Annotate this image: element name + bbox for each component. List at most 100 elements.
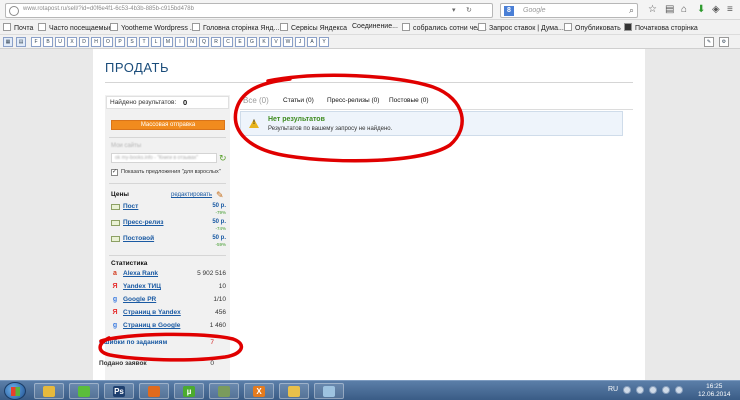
table-icon[interactable]: ▤ xyxy=(16,37,26,47)
stat-name[interactable]: Страниц в Google xyxy=(123,322,180,329)
flag-icon[interactable] xyxy=(649,386,657,394)
extension-button[interactable]: T xyxy=(139,37,149,47)
price-name[interactable]: Постовой xyxy=(123,235,154,242)
extension-button[interactable]: V xyxy=(271,37,281,47)
clipboard-icon[interactable]: ▤ xyxy=(665,4,674,15)
search-engine-icon[interactable]: 8 xyxy=(504,6,514,16)
volume-icon[interactable] xyxy=(675,386,683,394)
taskbar-app-button[interactable] xyxy=(279,383,309,399)
taskbar-app-button[interactable]: µ xyxy=(174,383,204,399)
taskbar-app-button[interactable] xyxy=(209,383,239,399)
star-icon[interactable]: ☆ xyxy=(648,4,657,15)
tab-articles[interactable]: Статьи (0) xyxy=(283,97,314,104)
taskbar-app-button[interactable]: Ps xyxy=(104,383,134,399)
bookmark-item[interactable]: Сервісы Яндекса xyxy=(280,23,347,32)
help-icon[interactable] xyxy=(623,386,631,394)
extension-button[interactable]: O xyxy=(103,37,113,47)
network-icon[interactable] xyxy=(636,386,644,394)
page-margin xyxy=(733,49,740,380)
extension-button[interactable]: L xyxy=(151,37,161,47)
price-name[interactable]: Пресс-релиз xyxy=(123,219,164,226)
stat-value: 1/10 xyxy=(213,296,226,303)
edit-prices-link[interactable]: редактировать xyxy=(171,192,212,198)
extension-button[interactable]: E xyxy=(235,37,245,47)
url-text[interactable]: www.rotapost.ru/sell/?id=d0f6e4f1-6c53-4… xyxy=(23,6,194,12)
prices-heading: Цены xyxy=(111,191,129,198)
extension-button[interactable]: M xyxy=(163,37,173,47)
extension-button[interactable]: U xyxy=(55,37,65,47)
stat-name[interactable]: Google PR xyxy=(123,296,156,303)
extension-button[interactable]: Y xyxy=(319,37,329,47)
bookmark-item[interactable]: Початкова сторінка xyxy=(624,23,698,32)
extension-button[interactable]: X xyxy=(67,37,77,47)
task-errors-link[interactable]: Ошибки по заданиям xyxy=(99,339,167,346)
extension-button[interactable]: C xyxy=(223,37,233,47)
reload-icon[interactable]: ↻ xyxy=(466,6,472,14)
bookmark-item[interactable]: Почта xyxy=(3,23,33,32)
download-icon[interactable]: ⬇ xyxy=(697,4,705,15)
taskbar-app-button[interactable] xyxy=(69,383,99,399)
bookmark-item[interactable]: собрались сотни чел... xyxy=(402,23,487,32)
search-bar[interactable]: 8 Google ⌕ xyxy=(500,3,638,18)
bookmark-item[interactable]: Часто посещаемые xyxy=(38,23,112,32)
extension-button[interactable]: G xyxy=(247,37,257,47)
shield-icon[interactable]: ◈ xyxy=(712,4,720,15)
taskbar-app-button[interactable]: X xyxy=(244,383,274,399)
mass-send-button[interactable]: Массовая отправка xyxy=(111,120,225,130)
stat-name[interactable]: Yandex ТИЦ xyxy=(123,283,161,290)
bookmark-item[interactable]: Запрос ставок | Дума... xyxy=(478,23,564,32)
stat-name[interactable]: Страниц в Yandex xyxy=(123,309,181,316)
extension-button[interactable]: I xyxy=(175,37,185,47)
google-icon: g xyxy=(112,322,118,329)
language-indicator[interactable]: RU xyxy=(608,386,618,393)
globe-icon xyxy=(9,6,19,16)
start-button[interactable] xyxy=(4,382,26,400)
extension-button[interactable]: H xyxy=(91,37,101,47)
menu-icon[interactable]: ≡ xyxy=(727,4,733,15)
extension-button[interactable]: J xyxy=(295,37,305,47)
extension-button[interactable]: A xyxy=(307,37,317,47)
extension-button[interactable]: K xyxy=(259,37,269,47)
search-icon[interactable]: ⌕ xyxy=(629,5,634,16)
taskbar-app-button[interactable] xyxy=(34,383,64,399)
tab-link-posts[interactable]: Постовые (0) xyxy=(389,97,429,104)
divider xyxy=(109,137,226,138)
tools-icon[interactable]: ✎ xyxy=(704,37,714,47)
stat-name[interactable]: Alexa Rank xyxy=(123,270,158,277)
results-count-box: Найдено результатов: 0 xyxy=(106,96,229,109)
taskbar-app-button[interactable] xyxy=(139,383,169,399)
yandex-icon: Я xyxy=(112,283,118,290)
bookmark-item[interactable]: Головна сторінка Янд... xyxy=(192,23,279,32)
refresh-icon[interactable]: ↻ xyxy=(219,153,227,163)
bookmark-item[interactable]: Опубликовать xyxy=(564,23,621,32)
power-icon[interactable] xyxy=(662,386,670,394)
extension-button[interactable]: W xyxy=(283,37,293,47)
price-name[interactable]: Пост xyxy=(123,203,138,210)
settings-icon[interactable]: ⚙ xyxy=(719,37,729,47)
yandex-icon: Я xyxy=(112,309,118,316)
bookmark-item[interactable]: Yootheme Wordpress ... xyxy=(110,23,196,32)
price-discount: -79% xyxy=(215,210,226,215)
extension-button[interactable]: F xyxy=(31,37,41,47)
extension-button[interactable]: N xyxy=(187,37,197,47)
tab-press-releases[interactable]: Пресс-релизы (0) xyxy=(327,97,379,104)
site-select[interactable]: ok my-books.info - "Книги в отзывах" xyxy=(111,153,217,163)
site-select-value: ok my-books.info - "Книги в отзывах" xyxy=(115,155,199,161)
adult-checkbox[interactable]: ✓ xyxy=(111,169,118,176)
grid-icon[interactable]: ▦ xyxy=(3,37,13,47)
tab-all[interactable]: Все (0) xyxy=(243,96,269,105)
extension-button[interactable]: B xyxy=(43,37,53,47)
taskbar-app-button[interactable] xyxy=(314,383,344,399)
bookmark-icon xyxy=(280,23,288,31)
extension-button[interactable]: Q xyxy=(199,37,209,47)
extension-button[interactable]: P xyxy=(115,37,125,47)
extension-button[interactable]: R xyxy=(211,37,221,47)
home-icon[interactable]: ⌂ xyxy=(681,4,687,15)
dropdown-arrow-icon[interactable]: ▾ xyxy=(452,6,456,14)
bookmark-item[interactable]: Соединение... xyxy=(352,23,398,30)
extension-button[interactable]: S xyxy=(127,37,137,47)
url-bar[interactable]: www.rotapost.ru/sell/?id=d0f6e4f1-6c53-4… xyxy=(5,3,493,18)
pencil-icon[interactable]: ✎ xyxy=(216,190,224,201)
clock[interactable]: 16:25 12.06.2014 xyxy=(698,383,731,399)
extension-button[interactable]: D xyxy=(79,37,89,47)
